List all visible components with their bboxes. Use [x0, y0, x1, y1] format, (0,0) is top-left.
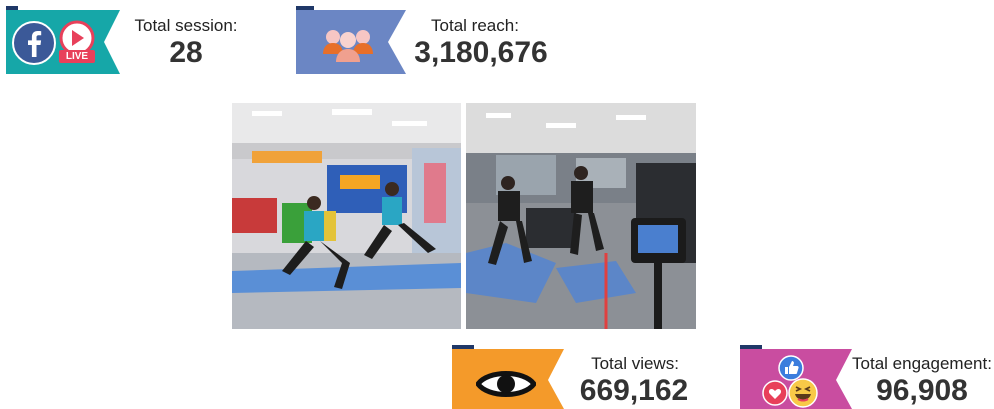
eye-icon — [476, 371, 536, 397]
stat-total-views: Total views: 669,162 — [446, 340, 706, 409]
photo-group-workout — [232, 103, 461, 329]
total-session-value: 28 — [169, 36, 203, 69]
stat-total-engagement: Total engagement: 96,908 — [734, 340, 994, 409]
audience-icon — [323, 30, 373, 62]
stat-total-reach: Total reach: 3,180,676 — [290, 0, 560, 80]
total-engagement-value: 96,908 — [876, 374, 968, 407]
facebook-icon — [12, 21, 56, 65]
total-views-value: 669,162 — [579, 374, 689, 407]
haha-icon — [788, 378, 818, 408]
live-badge-text: LIVE — [65, 51, 89, 62]
total-reach-value: 3,180,676 — [414, 36, 548, 69]
gym-filming-image — [466, 103, 696, 329]
total-views-label: Total views: — [591, 354, 679, 373]
love-icon — [762, 380, 788, 406]
group-workout-image — [232, 103, 461, 329]
stat-total-session: LIVE Total session: 28 — [0, 0, 260, 80]
photo-gym-filming — [466, 103, 696, 329]
total-session-label: Total session: — [134, 16, 238, 35]
total-engagement-label: Total engagement: — [852, 354, 992, 373]
total-reach-label: Total reach: — [431, 16, 519, 35]
